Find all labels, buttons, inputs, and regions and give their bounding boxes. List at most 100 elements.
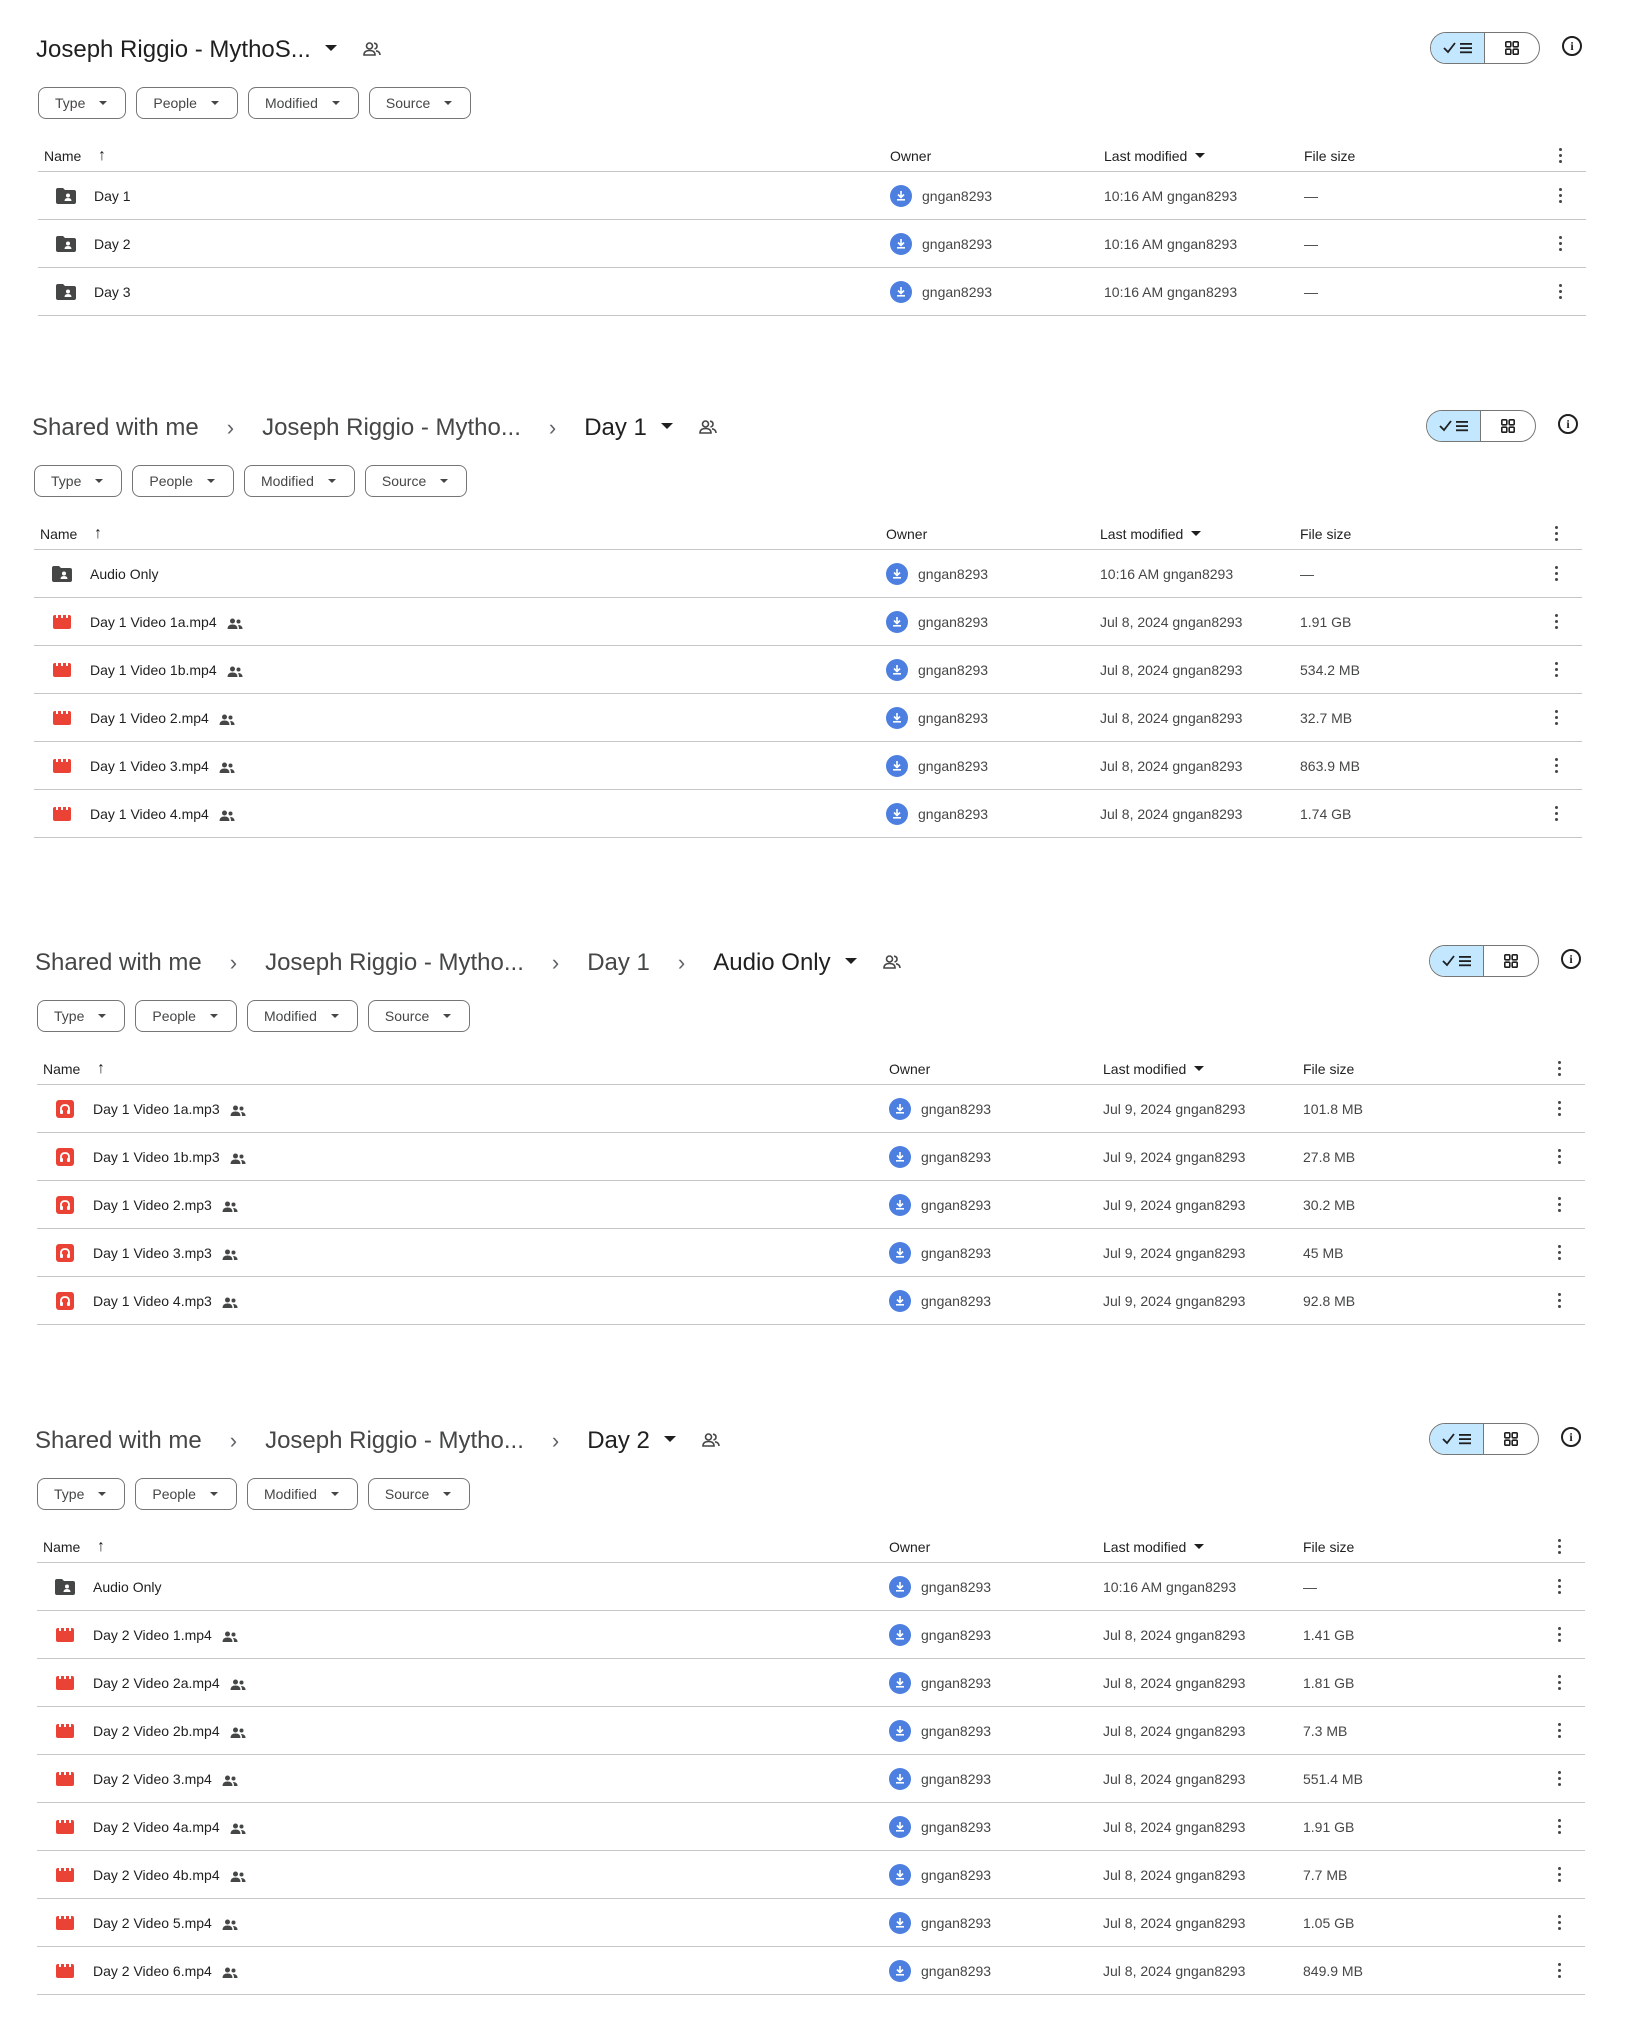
row-more-options-icon[interactable]: [1554, 566, 1558, 581]
row-more-options-icon[interactable]: [1557, 1197, 1561, 1212]
file-name[interactable]: Audio Only: [93, 1579, 161, 1595]
breadcrumb-item[interactable]: Joseph Riggio - Mytho...: [262, 414, 521, 442]
list-view-button[interactable]: [1431, 33, 1486, 63]
column-name[interactable]: Name: [40, 526, 77, 542]
file-name[interactable]: Day 2 Video 2b.mp4: [93, 1723, 246, 1739]
breadcrumb-item[interactable]: Shared with me: [35, 949, 202, 977]
file-name[interactable]: Day 2: [94, 236, 131, 252]
file-name[interactable]: Day 1 Video 4.mp3: [93, 1293, 238, 1309]
caret-down-icon[interactable]: [324, 45, 337, 51]
row-more-options-icon[interactable]: [1557, 1579, 1561, 1594]
table-row[interactable]: Day 2 Video 2a.mp4 gngan8293 Jul 8, 2024 g…: [37, 1659, 1585, 1707]
more-options-icon[interactable]: [1554, 526, 1558, 541]
table-row[interactable]: Day 1 Video 1b.mp3 gngan8293 Jul 9, 2024 g…: [37, 1133, 1585, 1181]
file-name[interactable]: Day 1 Video 4.mp4: [90, 806, 235, 822]
row-more-options-icon[interactable]: [1557, 1245, 1561, 1260]
table-row[interactable]: Day 1 Video 2.mp4 gngan8293 Jul 8, 2024 gn…: [34, 694, 1582, 742]
column-name[interactable]: Name: [43, 1061, 80, 1077]
list-view-button[interactable]: [1430, 1424, 1485, 1454]
row-more-options-icon[interactable]: [1557, 1627, 1561, 1642]
table-row[interactable]: Day 2 gngan8293 10:16 AM gngan8293 —: [38, 220, 1586, 268]
table-row[interactable]: Audio Only gngan8293 10:16 AM gngan8293 —: [37, 1563, 1585, 1611]
sort-arrow-up-icon[interactable]: ↑: [98, 147, 106, 165]
filter-chip-modified[interactable]: Modified: [243, 465, 355, 497]
caret-down-icon[interactable]: [844, 958, 857, 964]
table-row[interactable]: Day 1 Video 1a.mp4 gngan8293 Jul 8, 2024 g…: [34, 598, 1582, 646]
breadcrumb-item[interactable]: Shared with me: [35, 1427, 202, 1455]
row-more-options-icon[interactable]: [1554, 614, 1558, 629]
breadcrumb-item[interactable]: Shared with me: [32, 414, 199, 442]
row-more-options-icon[interactable]: [1557, 1149, 1561, 1164]
column-last-modified[interactable]: Last modified: [1103, 1539, 1205, 1555]
table-row[interactable]: Day 1 Video 4.mp4 gngan8293 Jul 8, 2024 gn…: [34, 790, 1582, 838]
sort-arrow-up-icon[interactable]: ↑: [97, 1538, 105, 1556]
row-more-options-icon[interactable]: [1557, 1819, 1561, 1834]
column-last-modified[interactable]: Last modified: [1104, 148, 1206, 164]
column-last-modified[interactable]: Last modified: [1100, 526, 1202, 542]
column-file-size[interactable]: File size: [1303, 1061, 1354, 1077]
filter-chip-modified[interactable]: Modified: [247, 87, 359, 119]
sort-arrow-up-icon[interactable]: ↑: [97, 1060, 105, 1078]
file-name[interactable]: Day 2 Video 4a.mp4: [93, 1819, 246, 1835]
more-options-icon[interactable]: [1557, 1539, 1561, 1554]
file-name[interactable]: Day 1 Video 3.mp3: [93, 1245, 238, 1261]
filter-chip-type[interactable]: Type: [38, 87, 127, 119]
row-more-options-icon[interactable]: [1554, 806, 1558, 821]
filter-chip-type[interactable]: Type: [37, 1000, 126, 1032]
filter-chip-type[interactable]: Type: [37, 1478, 126, 1510]
column-last-modified[interactable]: Last modified: [1103, 1061, 1205, 1077]
breadcrumb-item[interactable]: Joseph Riggio - MythoS...: [36, 36, 311, 64]
column-owner[interactable]: Owner: [889, 1061, 930, 1077]
row-more-options-icon[interactable]: [1557, 1675, 1561, 1690]
row-more-options-icon[interactable]: [1554, 662, 1558, 677]
column-name[interactable]: Name: [44, 148, 81, 164]
filter-chip-modified[interactable]: Modified: [246, 1478, 358, 1510]
caret-down-icon[interactable]: [663, 1436, 676, 1442]
table-row[interactable]: Day 2 Video 2b.mp4 gngan8293 Jul 8, 2024 g…: [37, 1707, 1585, 1755]
breadcrumb-item[interactable]: Day 2: [587, 1427, 650, 1455]
row-more-options-icon[interactable]: [1557, 1771, 1561, 1786]
file-name[interactable]: Day 1 Video 1b.mp4: [90, 662, 243, 678]
list-view-button[interactable]: [1430, 946, 1485, 976]
row-more-options-icon[interactable]: [1557, 1867, 1561, 1882]
filter-chip-people[interactable]: People: [135, 1478, 237, 1510]
row-more-options-icon[interactable]: [1558, 236, 1562, 251]
table-row[interactable]: Day 1 gngan8293 10:16 AM gngan8293 —: [38, 172, 1586, 220]
info-icon[interactable]: i: [1558, 414, 1578, 434]
filter-chip-source[interactable]: Source: [367, 1000, 471, 1032]
row-more-options-icon[interactable]: [1557, 1293, 1561, 1308]
table-row[interactable]: Day 2 Video 1.mp4 gngan8293 Jul 8, 2024 gn…: [37, 1611, 1585, 1659]
breadcrumb-item[interactable]: Audio Only: [713, 949, 830, 977]
file-name[interactable]: Day 3: [94, 284, 131, 300]
column-owner[interactable]: Owner: [890, 148, 931, 164]
filter-chip-people[interactable]: People: [132, 465, 234, 497]
grid-view-button[interactable]: [1484, 946, 1538, 976]
file-name[interactable]: Day 1 Video 3.mp4: [90, 758, 235, 774]
info-icon[interactable]: i: [1562, 36, 1582, 56]
grid-view-button[interactable]: [1484, 1424, 1538, 1454]
file-name[interactable]: Audio Only: [90, 566, 158, 582]
table-row[interactable]: Day 1 Video 3.mp3 gngan8293 Jul 9, 2024 gn…: [37, 1229, 1585, 1277]
row-more-options-icon[interactable]: [1558, 284, 1562, 299]
file-name[interactable]: Day 2 Video 5.mp4: [93, 1915, 238, 1931]
column-owner[interactable]: Owner: [889, 1539, 930, 1555]
file-name[interactable]: Day 2 Video 1.mp4: [93, 1627, 238, 1643]
table-row[interactable]: Day 1 Video 1b.mp4 gngan8293 Jul 8, 2024 g…: [34, 646, 1582, 694]
row-more-options-icon[interactable]: [1557, 1101, 1561, 1116]
filter-chip-source[interactable]: Source: [367, 1478, 471, 1510]
file-name[interactable]: Day 2 Video 3.mp4: [93, 1771, 238, 1787]
more-options-icon[interactable]: [1558, 148, 1562, 163]
grid-view-button[interactable]: [1485, 33, 1539, 63]
file-name[interactable]: Day 1 Video 1b.mp3: [93, 1149, 246, 1165]
table-row[interactable]: Day 2 Video 4b.mp4 gngan8293 Jul 8, 2024 g…: [37, 1851, 1585, 1899]
table-row[interactable]: Day 2 Video 6.mp4 gngan8293 Jul 8, 2024 gn…: [37, 1947, 1585, 1995]
table-row[interactable]: Day 3 gngan8293 10:16 AM gngan8293 —: [38, 268, 1586, 316]
table-row[interactable]: Day 1 Video 4.mp3 gngan8293 Jul 9, 2024 gn…: [37, 1277, 1585, 1325]
sort-arrow-up-icon[interactable]: ↑: [94, 525, 102, 543]
filter-chip-people[interactable]: People: [135, 1000, 237, 1032]
breadcrumb-item[interactable]: Joseph Riggio - Mytho...: [265, 1427, 524, 1455]
file-name[interactable]: Day 2 Video 6.mp4: [93, 1963, 238, 1979]
column-file-size[interactable]: File size: [1300, 526, 1351, 542]
row-more-options-icon[interactable]: [1557, 1723, 1561, 1738]
file-name[interactable]: Day 1 Video 2.mp4: [90, 710, 235, 726]
